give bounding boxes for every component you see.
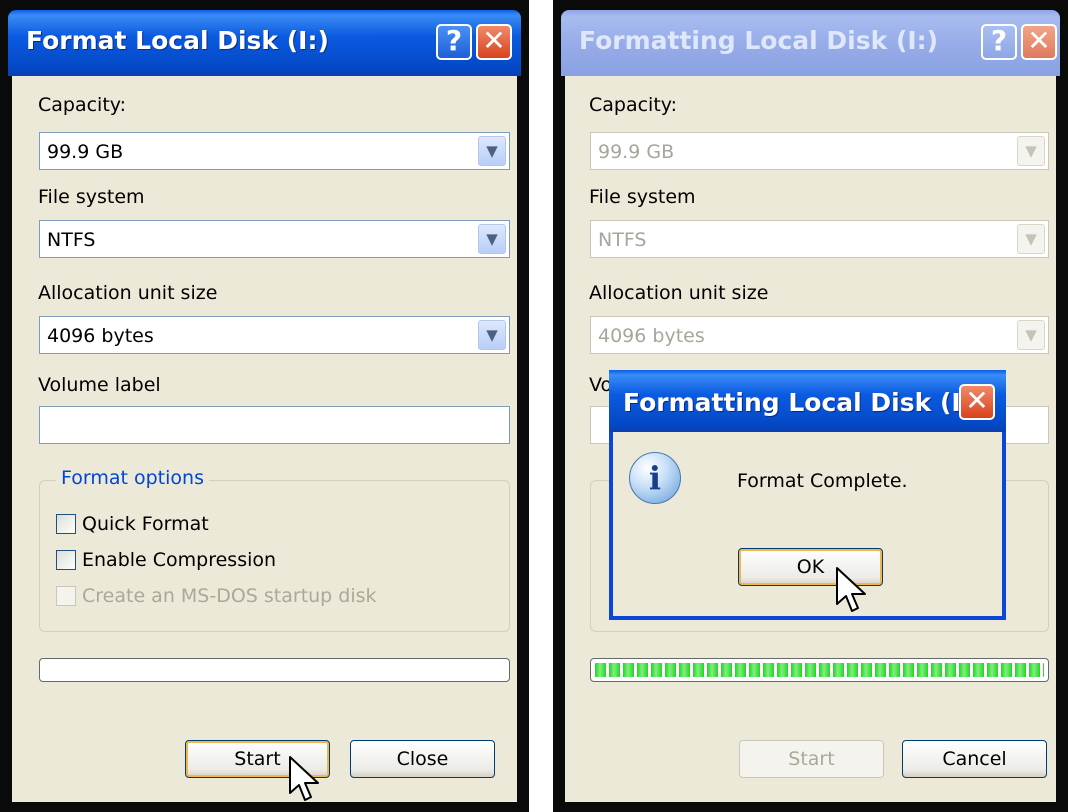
- chevron-down-icon[interactable]: ▼: [478, 224, 506, 254]
- format-complete-message-box: Formatting Local Disk (I:) ✕ i Format Co…: [609, 370, 1006, 620]
- formatting-dialog-titlebar[interactable]: Formatting Local Disk (I:) ? ✕: [561, 10, 1060, 76]
- format-options-group: Format options Quick Format Enable Compr…: [39, 467, 510, 632]
- chevron-down-icon[interactable]: ▼: [478, 136, 506, 166]
- file-system-value: NTFS: [598, 229, 647, 251]
- enable-compression-label: Enable Compression: [82, 549, 277, 571]
- volume-label-label: Volume label: [38, 374, 161, 396]
- format-dialog: Format Local Disk (I:) ? ✕ Capacity: 99.…: [0, 0, 529, 812]
- checkbox-box: [56, 586, 76, 606]
- file-system-value: NTFS: [47, 229, 96, 251]
- allocation-unit-value: 4096 bytes: [47, 325, 154, 347]
- help-button[interactable]: ?: [436, 24, 472, 60]
- allocation-unit-select: 4096 bytes ▼: [590, 316, 1049, 354]
- close-button[interactable]: Close: [350, 740, 495, 778]
- chevron-down-icon: ▼: [1017, 320, 1045, 350]
- start-button: Start: [739, 740, 884, 778]
- format-options-title: Format options: [56, 467, 209, 489]
- close-window-button[interactable]: ✕: [476, 24, 512, 60]
- cancel-button[interactable]: Cancel: [902, 740, 1047, 778]
- msdos-startup-label: Create an MS-DOS startup disk: [82, 585, 377, 607]
- volume-label-input[interactable]: [39, 406, 510, 444]
- close-window-button[interactable]: ✕: [1021, 24, 1057, 60]
- help-button[interactable]: ?: [981, 24, 1017, 60]
- msdos-startup-checkbox: Create an MS-DOS startup disk: [56, 585, 377, 607]
- mouse-cursor-icon: [836, 567, 866, 612]
- chevron-down-icon: ▼: [1017, 224, 1045, 254]
- allocation-unit-label: Allocation unit size: [38, 282, 218, 304]
- capacity-value: 99.9 GB: [598, 141, 675, 163]
- capacity-label: Capacity:: [38, 94, 127, 116]
- message-box-titlebar[interactable]: Formatting Local Disk (I:) ✕: [609, 370, 1006, 432]
- format-progress-fill: [595, 663, 1044, 677]
- file-system-label: File system: [38, 186, 145, 208]
- enable-compression-checkbox[interactable]: Enable Compression: [56, 549, 276, 571]
- format-dialog-title: Format Local Disk (I:): [26, 26, 329, 55]
- format-progress-bar: [39, 658, 510, 682]
- chevron-down-icon[interactable]: ▼: [478, 320, 506, 350]
- mouse-cursor-icon: [289, 756, 319, 801]
- message-box-title: Formatting Local Disk (I:): [623, 388, 983, 417]
- info-icon: i: [629, 452, 681, 504]
- format-progress-bar: [590, 658, 1049, 682]
- allocation-unit-select[interactable]: 4096 bytes ▼: [39, 316, 510, 354]
- formatting-dialog-title: Formatting Local Disk (I:): [579, 26, 939, 55]
- file-system-select: NTFS ▼: [590, 220, 1049, 258]
- chevron-down-icon: ▼: [1017, 136, 1045, 166]
- checkbox-box[interactable]: [56, 514, 76, 534]
- quick-format-checkbox[interactable]: Quick Format: [56, 513, 209, 535]
- file-system-select[interactable]: NTFS ▼: [39, 220, 510, 258]
- capacity-label: Capacity:: [589, 94, 678, 116]
- allocation-unit-label: Allocation unit size: [589, 282, 769, 304]
- quick-format-label: Quick Format: [82, 513, 209, 535]
- capacity-select: 99.9 GB ▼: [590, 132, 1049, 170]
- checkbox-box[interactable]: [56, 550, 76, 570]
- message-box-body: i Format Complete. OK: [613, 432, 1002, 616]
- close-window-button[interactable]: ✕: [959, 384, 995, 420]
- capacity-value: 99.9 GB: [47, 141, 124, 163]
- format-dialog-body: Capacity: 99.9 GB ▼ File system NTFS ▼ A…: [12, 76, 517, 802]
- message-text: Format Complete.: [737, 470, 908, 492]
- file-system-label: File system: [589, 186, 696, 208]
- allocation-unit-value: 4096 bytes: [598, 325, 705, 347]
- capacity-select[interactable]: 99.9 GB ▼: [39, 132, 510, 170]
- format-dialog-titlebar[interactable]: Format Local Disk (I:) ? ✕: [8, 10, 521, 76]
